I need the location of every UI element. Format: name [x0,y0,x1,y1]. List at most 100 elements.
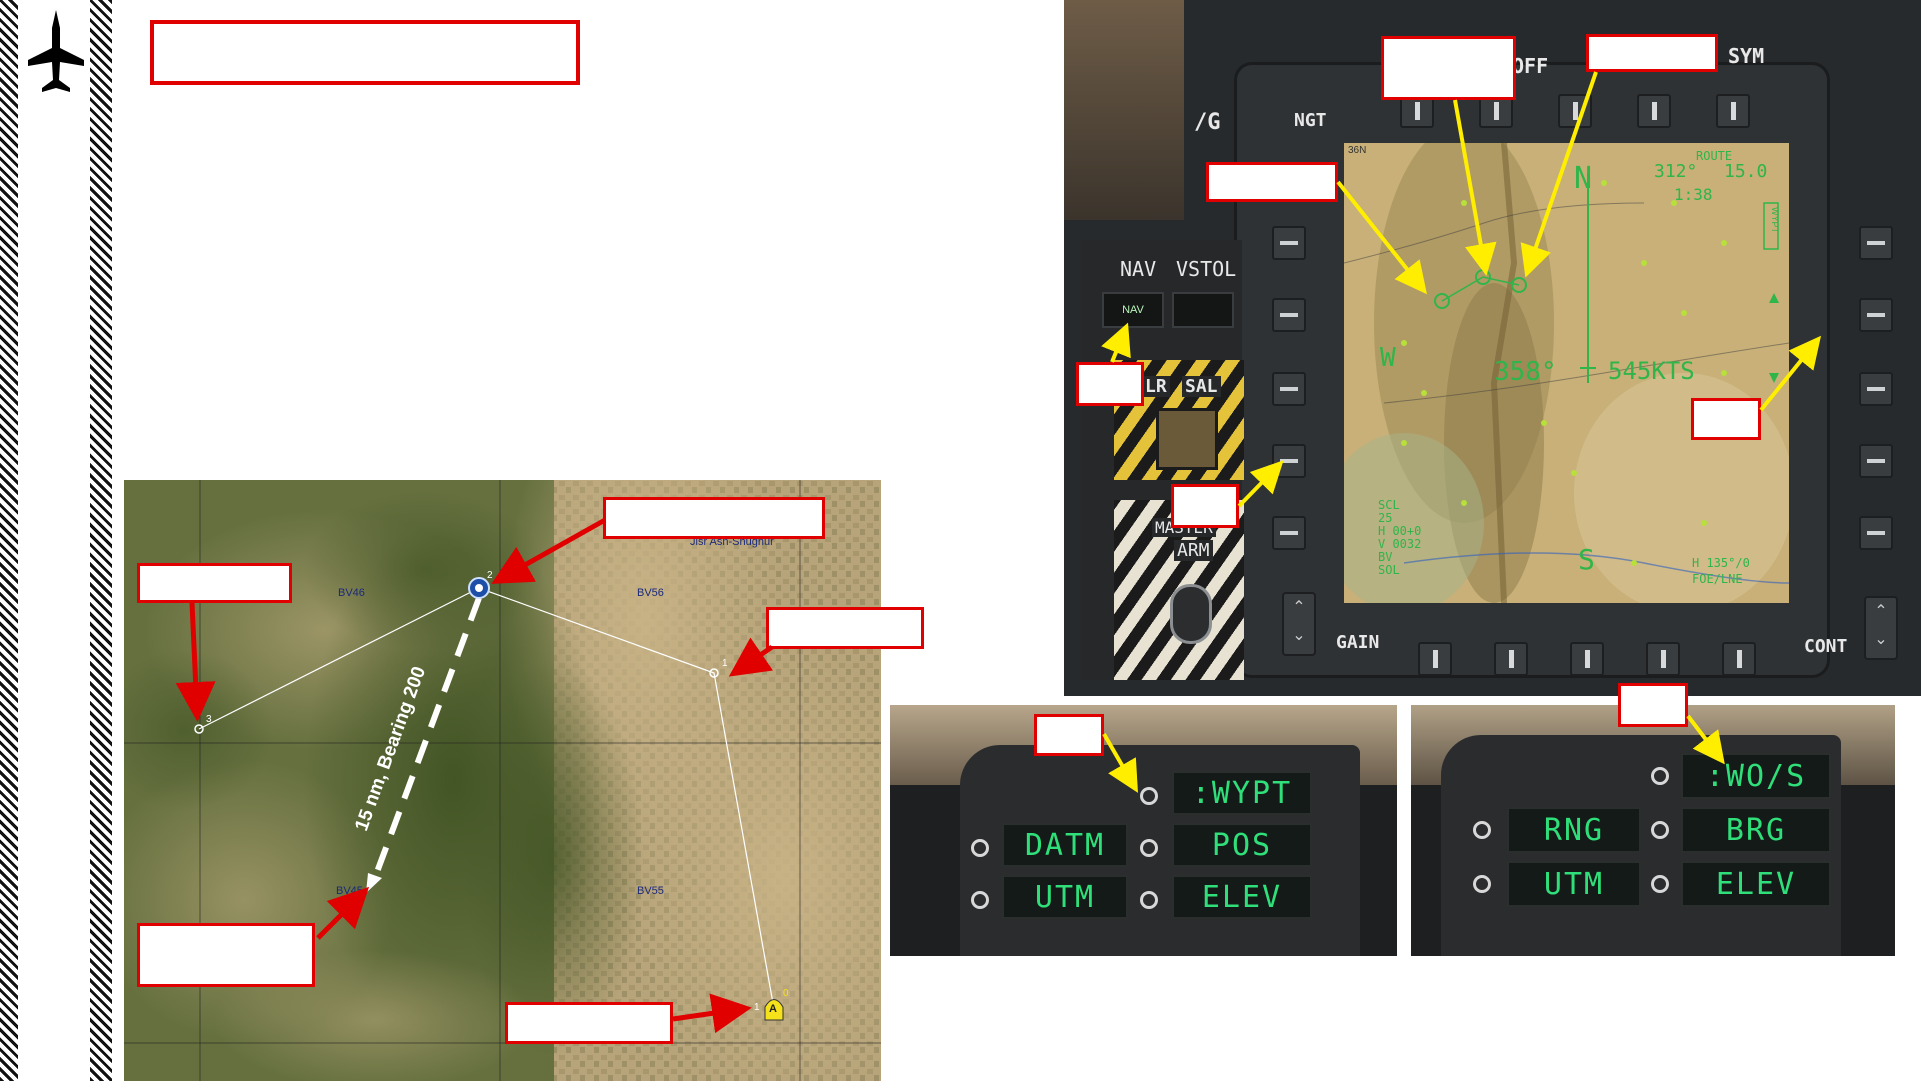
osb-right-2[interactable] [1859,298,1893,332]
grid-label-bv56: BV56 [637,587,664,599]
mfd-bearing: 312° [1654,161,1698,182]
osb-bottom-2[interactable] [1494,642,1528,676]
sidebar-hatch-right [90,0,112,1081]
mfd-callout-osb [1171,484,1239,528]
mfd-callout-right [1691,398,1761,440]
ufc-right-callout [1618,683,1688,727]
start-index-label: 1 [754,1002,760,1013]
ufc-left-osb-4[interactable] [971,891,989,909]
mfd-panel: OFF SYM /G NGT GAIN CONT ⌃ ⌄ ⌃ ⌄ NAV VSTOL… [1064,0,1921,696]
mfd-cardinal-s: S [1578,543,1595,576]
mfd-heading: 358° [1494,357,1557,387]
aircraft-icon [26,8,86,96]
mfd-bottom-left-block: SCL 25 H 00+0 V 0032 BV SOL [1378,499,1421,577]
grid-label-bv55: BV55 [637,885,664,897]
osb-top-4[interactable] [1637,94,1671,128]
mfd-bottom-right-block: H 135°/0 FOE/LNE [1692,555,1750,587]
map-callout-wp3 [137,563,292,603]
mfd-label-sym: SYM [1728,44,1765,68]
mfd-speed: 545KTS [1608,357,1695,385]
osb-left-1[interactable] [1272,226,1306,260]
osb-bottom-3[interactable] [1570,642,1604,676]
ufc-right-window-utm: UTM [1507,861,1641,907]
grid-label-bv45: BV45 [336,885,363,897]
mfd-callout-top-a [1381,36,1516,100]
mfd-cardinal-w: W [1380,343,1396,373]
map-callout-wp1 [766,607,924,649]
waypoint-label-0: 0 [783,988,789,999]
vstol-label: VSTOL [1176,257,1237,281]
ufc-left-osb-3[interactable] [1140,839,1158,857]
sidebar-hatch-left [0,0,18,1081]
ufc-right-osb-5[interactable] [1651,875,1669,893]
map-callout-wp2 [603,497,825,539]
ufc-right-window-brg: BRG [1681,807,1831,853]
ufc-left-osb-2[interactable] [971,839,989,857]
osb-left-4[interactable] [1272,444,1306,478]
mfd-range: 15.0 [1724,161,1768,182]
lr-label: LR [1142,376,1170,397]
ufc-right-window-elev: ELEV [1681,861,1831,907]
ufc-right-osb-3[interactable] [1651,821,1669,839]
osb-right-3[interactable] [1859,372,1893,406]
master-arm-switch[interactable] [1170,584,1212,644]
ufc-right-osb-1[interactable] [1651,767,1669,785]
osb-bottom-1[interactable] [1418,642,1452,676]
rocker-right[interactable]: ⌃ ⌄ [1864,596,1898,660]
waypoint-label-2: 2 [487,570,493,581]
osb-left-2[interactable] [1272,298,1306,332]
grid-label-bv46: BV46 [338,587,365,599]
osb-right-5[interactable] [1859,516,1893,550]
waypoint-label-1: 1 [722,658,728,669]
ufc-right-panel: :WO/S RNG BRG UTM ELEV [1411,705,1895,956]
mfd-label-cont: CONT [1804,636,1848,657]
mfd-display: 36N N W S 358° 545KTS ROUTE 312° 15.0 1:… [1344,143,1789,603]
ufc-left-window-datm: DATM [1002,823,1128,867]
ufc-right-window-wos: :WO/S [1681,753,1831,799]
osb-right-4[interactable] [1859,444,1893,478]
mfd-cardinal-n: N [1574,161,1593,196]
map-callout-bearing [137,923,315,987]
arm-label: ARM [1174,540,1213,561]
osb-bottom-5[interactable] [1722,642,1756,676]
map-callout-start [505,1002,673,1044]
osb-top-5[interactable] [1716,94,1750,128]
osb-top-3[interactable] [1558,94,1592,128]
sidebar-strip [18,0,90,1081]
mfd-label-off: OFF [1512,54,1549,78]
ufc-left-panel: :WYPT DATM POS UTM ELEV [890,705,1397,956]
ufc-right-osb-4[interactable] [1473,875,1491,893]
ufc-left-osb-5[interactable] [1140,891,1158,909]
ufc-left-window-wypt: :WYPT [1172,771,1312,815]
mfd-label-gain: GAIN [1336,632,1380,653]
osb-bottom-4[interactable] [1646,642,1680,676]
ufc-left-osb-1[interactable] [1140,787,1158,805]
nav-button[interactable]: NAV [1102,292,1164,328]
start-marker-letter: A [769,1003,777,1015]
vstol-button[interactable] [1172,292,1234,328]
sal-label: SAL [1182,376,1221,397]
lr-sal-button[interactable] [1156,408,1218,470]
ufc-right-osb-2[interactable] [1473,821,1491,839]
ufc-left-window-elev: ELEV [1172,875,1312,919]
ufc-left-window-utm: UTM [1002,875,1128,919]
br-line-1: FOE/LNE [1692,572,1743,586]
mfd-callout-left-wp [1206,162,1338,202]
mfd-time: 1:38 [1674,185,1713,204]
br-line-0: H 135°/0 [1692,556,1750,570]
mfd-top-left-label: 36N [1348,145,1367,156]
waypoint-label-3: 3 [206,714,212,725]
mfd-label-g: /G [1194,110,1221,135]
mfd-callout-nav [1076,362,1144,406]
rocker-left[interactable]: ⌃ ⌄ [1282,592,1316,656]
title-callout [150,20,580,85]
mfd-wypt-tag: WYPT [1770,207,1780,233]
ufc-right-window-rng: RNG [1507,807,1641,853]
cockpit-backdrop [1064,0,1184,220]
mfd-label-ngt: NGT [1294,110,1327,131]
mfd-callout-top-b [1586,34,1718,72]
osb-left-5[interactable] [1272,516,1306,550]
ufc-left-callout [1034,714,1104,756]
osb-right-1[interactable] [1859,226,1893,260]
osb-left-3[interactable] [1272,372,1306,406]
